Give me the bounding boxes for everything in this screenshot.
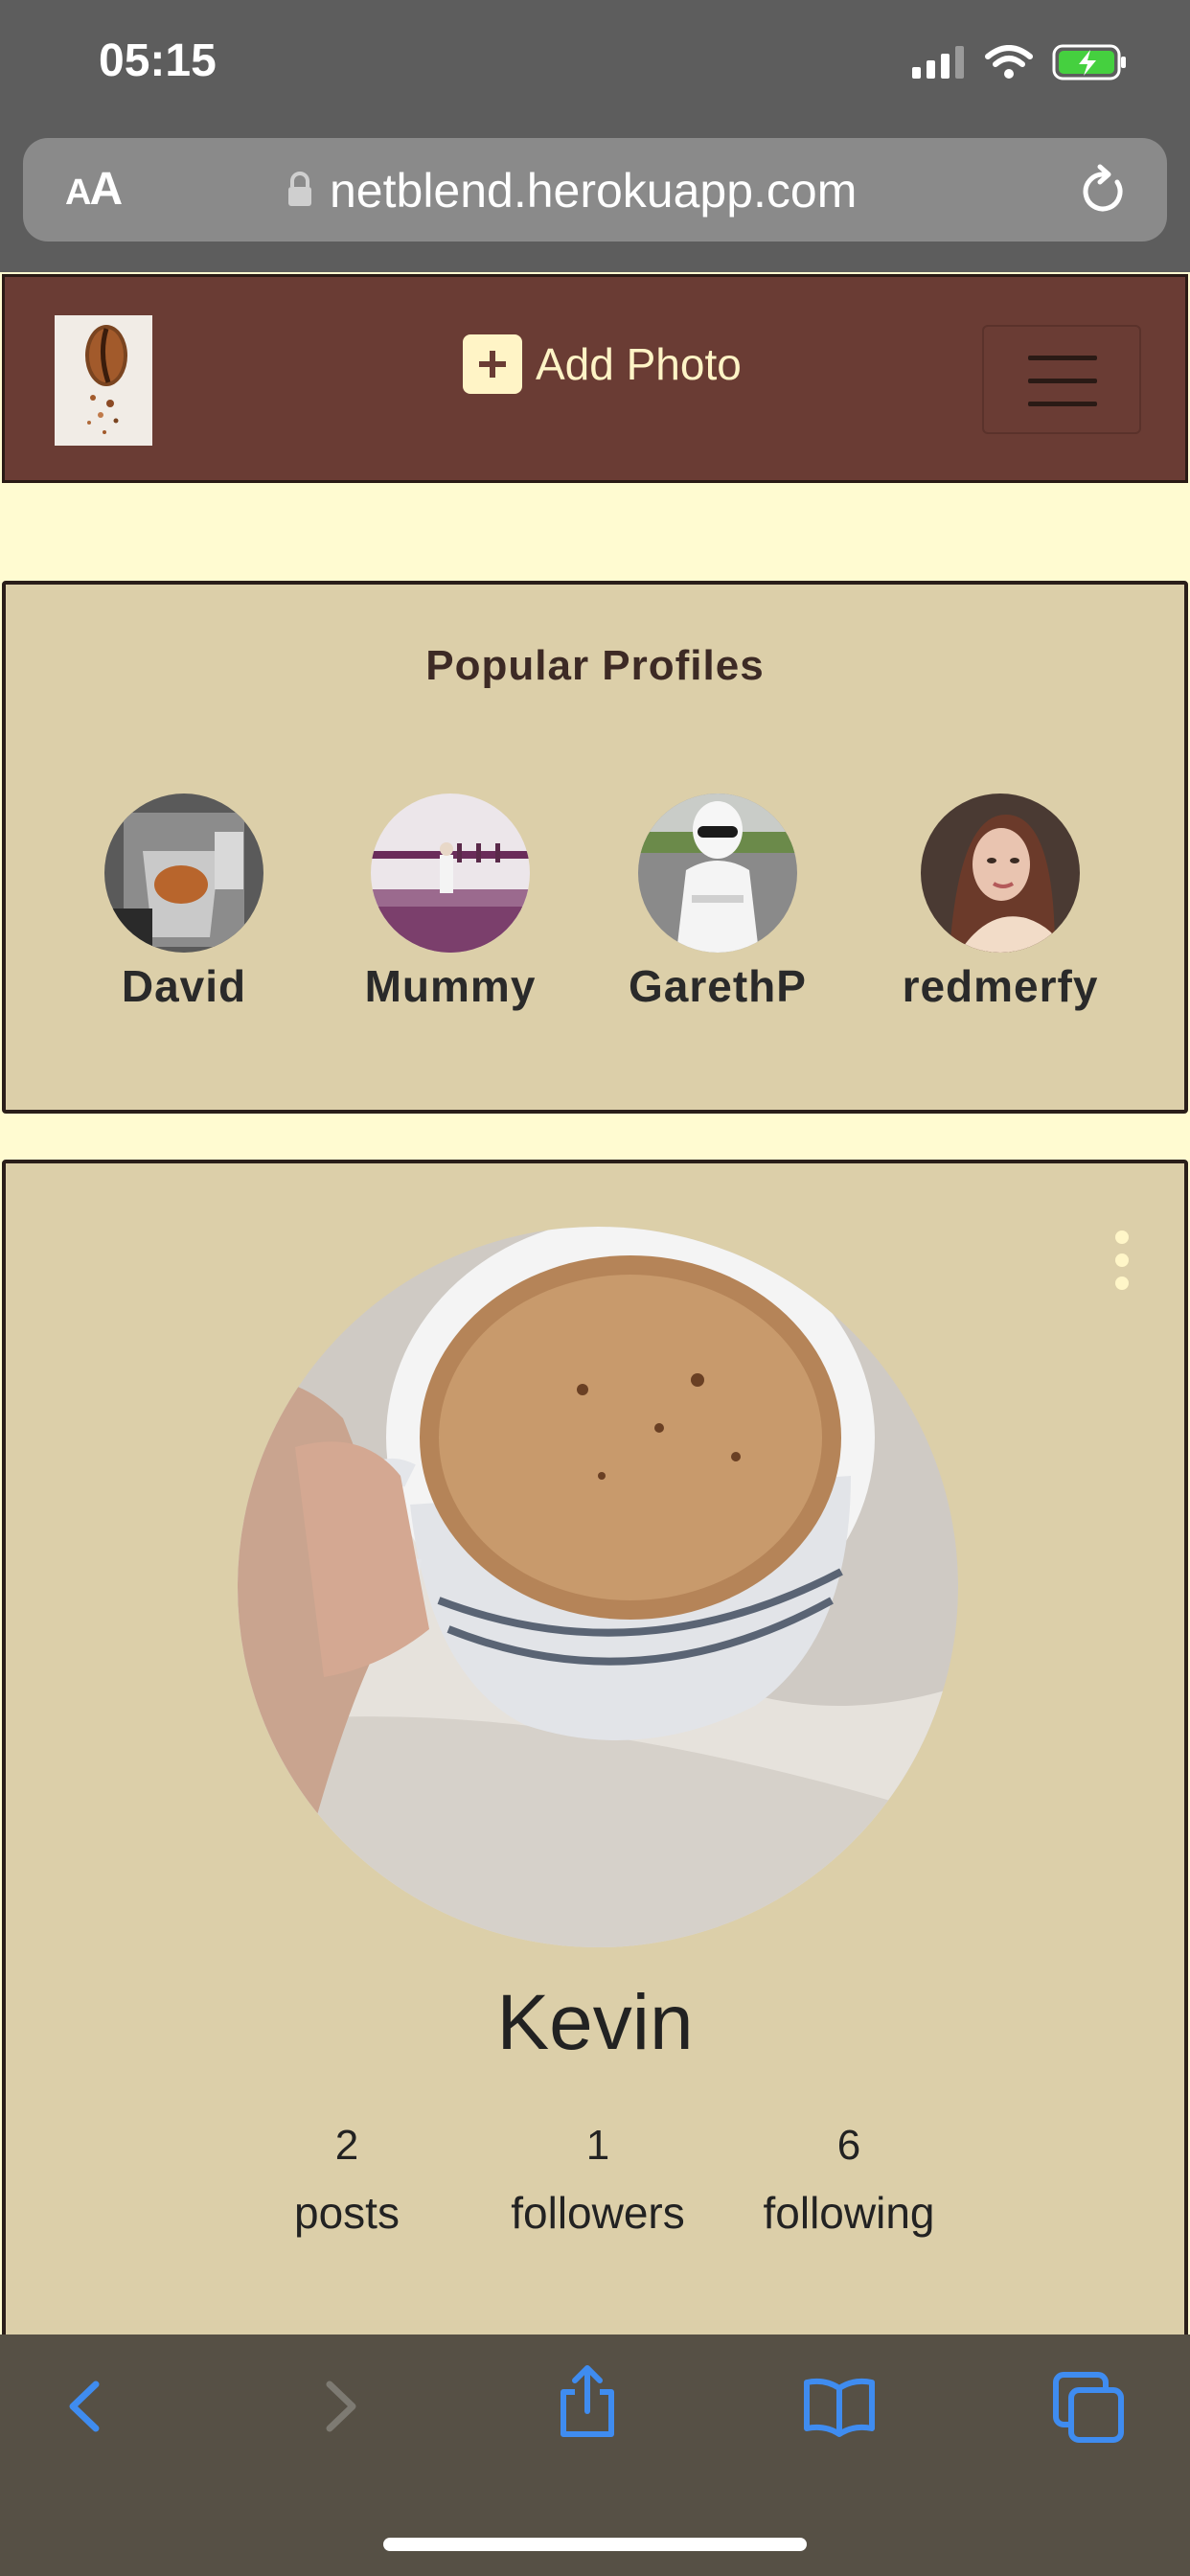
profile-username: Kevin (496, 1979, 694, 2066)
back-icon[interactable] (56, 2373, 113, 2440)
browser-top-chrome: 05:15 AA netblend.herokuapp.com (0, 0, 1190, 272)
profile-name[interactable]: GarethP (612, 960, 823, 1012)
avatar[interactable] (638, 794, 797, 953)
wifi-icon (985, 45, 1033, 79)
popular-profile[interactable]: Mummy (345, 794, 556, 1012)
avatar[interactable] (371, 794, 530, 953)
profile-avatar (238, 1227, 958, 1947)
profile-name[interactable]: Mummy (345, 960, 556, 1012)
text-size-button[interactable]: AA (65, 163, 123, 216)
forward-icon (326, 2380, 356, 2432)
home-indicator[interactable] (383, 2538, 807, 2551)
add-photo-label: Add Photo (536, 339, 742, 389)
avatar[interactable] (104, 794, 263, 953)
share-icon[interactable] (554, 2363, 621, 2440)
address-bar[interactable]: AA netblend.herokuapp.com (23, 138, 1167, 242)
hamburger-menu-icon[interactable] (982, 325, 1141, 434)
stat-followers: 1 followers (473, 2122, 722, 2239)
stat-following: 6 following (724, 2122, 973, 2239)
add-photo-button[interactable]: Add Photo (463, 334, 742, 394)
battery-charging-icon (1052, 44, 1126, 80)
profile-name[interactable]: David (79, 960, 289, 1012)
stat-posts: 2 posts (222, 2122, 471, 2239)
popular-profiles-title: Popular Profiles (425, 642, 765, 689)
stat-label: following (763, 2188, 935, 2238)
stat-value: 6 (836, 2122, 861, 2169)
bookmarks-icon[interactable] (801, 2373, 878, 2440)
kebab-menu-icon[interactable] (1115, 1230, 1134, 1300)
status-icons (912, 44, 1129, 80)
url-text[interactable]: netblend.herokuapp.com (330, 163, 857, 218)
tabs-icon[interactable] (1052, 2371, 1125, 2444)
stat-value: 1 (585, 2122, 610, 2169)
stat-label: posts (294, 2188, 400, 2238)
reload-icon[interactable] (1077, 161, 1131, 218)
plus-square-icon (463, 334, 522, 394)
popular-profile[interactable]: redmerfy (895, 794, 1106, 1012)
app-navbar: Add Photo (2, 274, 1188, 483)
lock-icon (288, 172, 311, 206)
stat-label: followers (511, 2188, 685, 2238)
signal-icon (912, 46, 964, 79)
avatar[interactable] (921, 794, 1080, 953)
status-time: 05:15 (99, 35, 217, 86)
popular-profiles-card: Popular Profiles David Mummy GarethP red… (2, 581, 1188, 1114)
popular-profile[interactable]: David (79, 794, 289, 1012)
profile-name[interactable]: redmerfy (895, 960, 1106, 1012)
stat-value: 2 (334, 2122, 359, 2169)
logo-coffee-bean[interactable] (55, 315, 152, 446)
popular-profile[interactable]: GarethP (612, 794, 823, 1012)
profile-card: Kevin 2 posts 1 followers 6 following (2, 1160, 1188, 2405)
